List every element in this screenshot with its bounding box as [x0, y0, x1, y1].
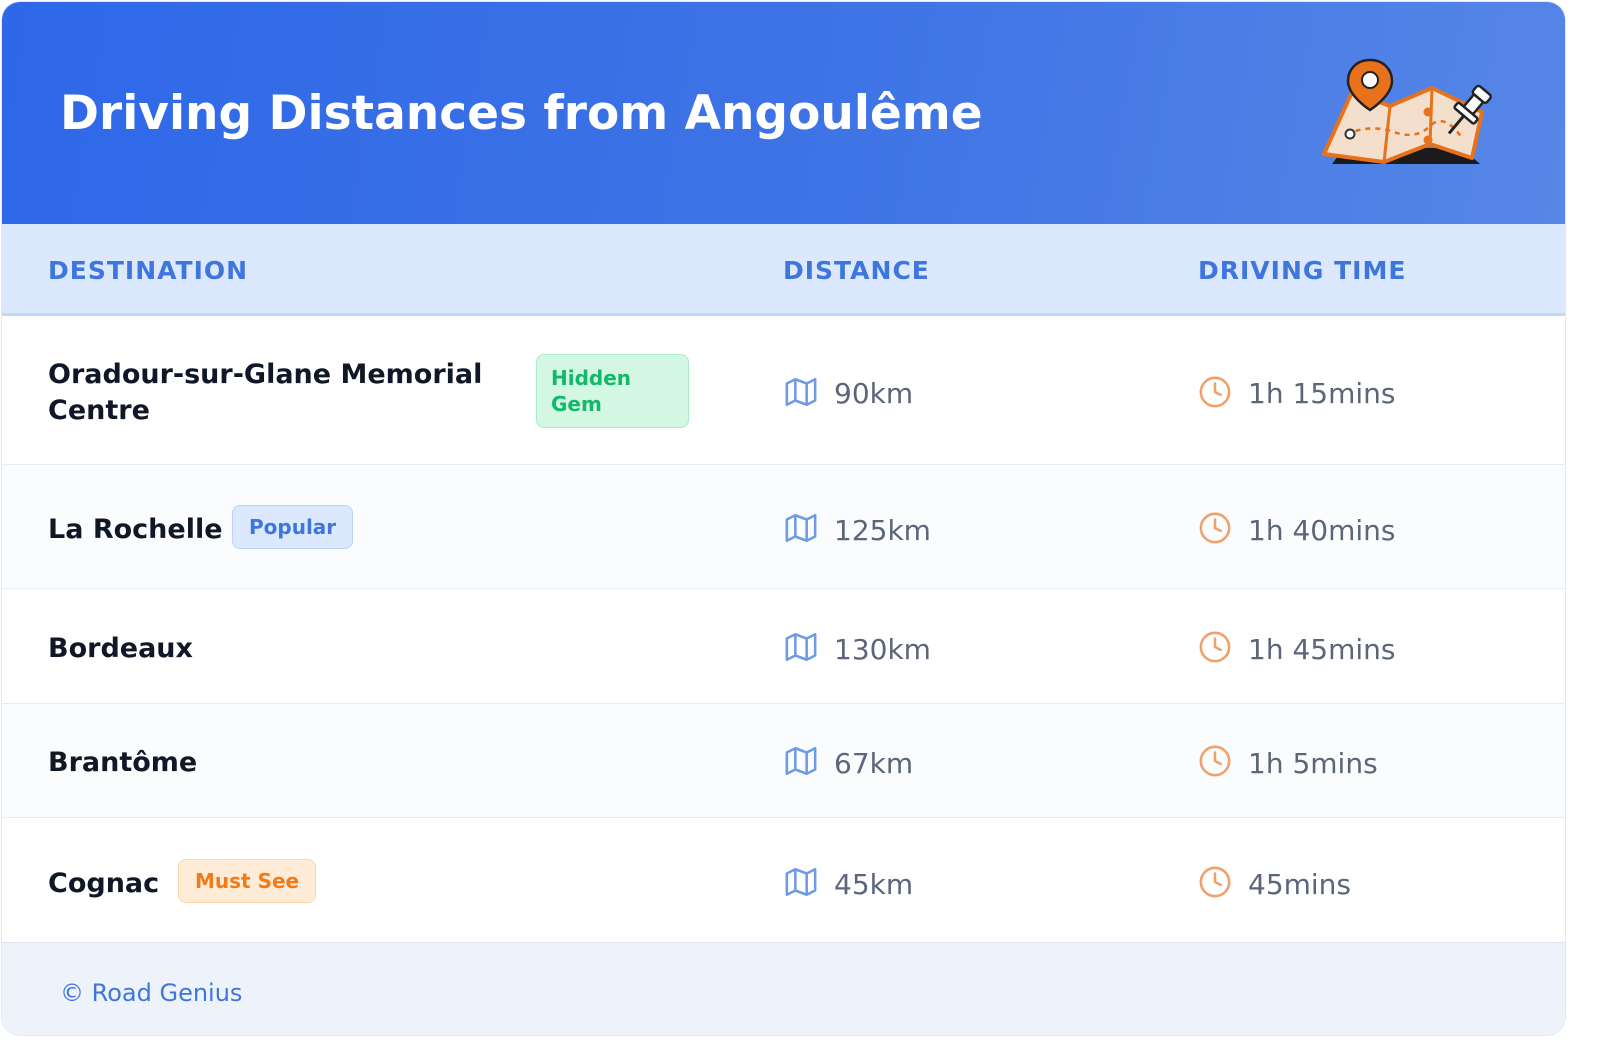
- distance-value: 130km: [834, 633, 931, 666]
- clock-icon: [1199, 866, 1231, 898]
- distance-value: 90km: [834, 377, 914, 410]
- table-row: Brantôme 67km 1h 5mins: [2, 704, 1565, 818]
- table-header: DESTINATION DISTANCE DRIVING TIME: [2, 224, 1565, 316]
- distance-value: 45km: [834, 868, 914, 901]
- distance-table-card: Driving Distances from Angoulême DESTINA…: [2, 2, 1565, 1035]
- clock-icon: [1199, 512, 1231, 544]
- clock-icon: [1199, 745, 1231, 777]
- table-row: Oradour-sur-Glane Memorial Centre Hidden…: [2, 316, 1565, 465]
- map-icon: [785, 632, 817, 662]
- hidden-gem-badge: Hidden Gem: [536, 354, 689, 428]
- column-header-driving-time[interactable]: DRIVING TIME: [1198, 256, 1406, 285]
- destination-name: Oradour-sur-Glane Memorial Centre: [48, 359, 483, 426]
- driving-time-value: 1h 5mins: [1248, 747, 1378, 780]
- must-see-badge: Must See: [178, 859, 317, 903]
- destination-name: Bordeaux: [48, 633, 193, 664]
- map-icon: [785, 377, 817, 407]
- destination-name: La Rochelle: [48, 514, 223, 545]
- page-title: Driving Distances from Angoulême: [60, 86, 983, 141]
- table-row: Bordeaux 130km 1h 45mins: [2, 589, 1565, 704]
- map-icon: [785, 867, 817, 897]
- header-banner: Driving Distances from Angoulême: [2, 2, 1565, 224]
- popular-badge: Popular: [232, 505, 354, 549]
- destination-name: Brantôme: [48, 747, 198, 778]
- driving-time-value: 1h 45mins: [1248, 633, 1396, 666]
- column-header-destination[interactable]: DESTINATION: [48, 256, 248, 285]
- distance-value: 125km: [834, 514, 931, 547]
- map-icon: [785, 746, 817, 776]
- distance-value: 67km: [834, 747, 914, 780]
- clock-icon: [1199, 631, 1231, 663]
- destination-name: Cognac: [48, 868, 160, 899]
- driving-time-value: 45mins: [1248, 868, 1352, 901]
- footer: © Road Genius: [2, 942, 1565, 1035]
- copyright-credit[interactable]: © Road Genius: [60, 979, 242, 1007]
- clock-icon: [1199, 376, 1231, 408]
- column-header-distance[interactable]: DISTANCE: [783, 256, 930, 285]
- driving-time-value: 1h 15mins: [1248, 377, 1396, 410]
- driving-time-value: 1h 40mins: [1248, 514, 1396, 547]
- table-row: La Rochelle Popular 125km 1h 40mins: [2, 465, 1565, 589]
- table-row: Cognac Must See 45km 45mins: [2, 818, 1565, 942]
- map-with-pins-illustration: [1322, 58, 1492, 164]
- map-icon: [785, 513, 817, 543]
